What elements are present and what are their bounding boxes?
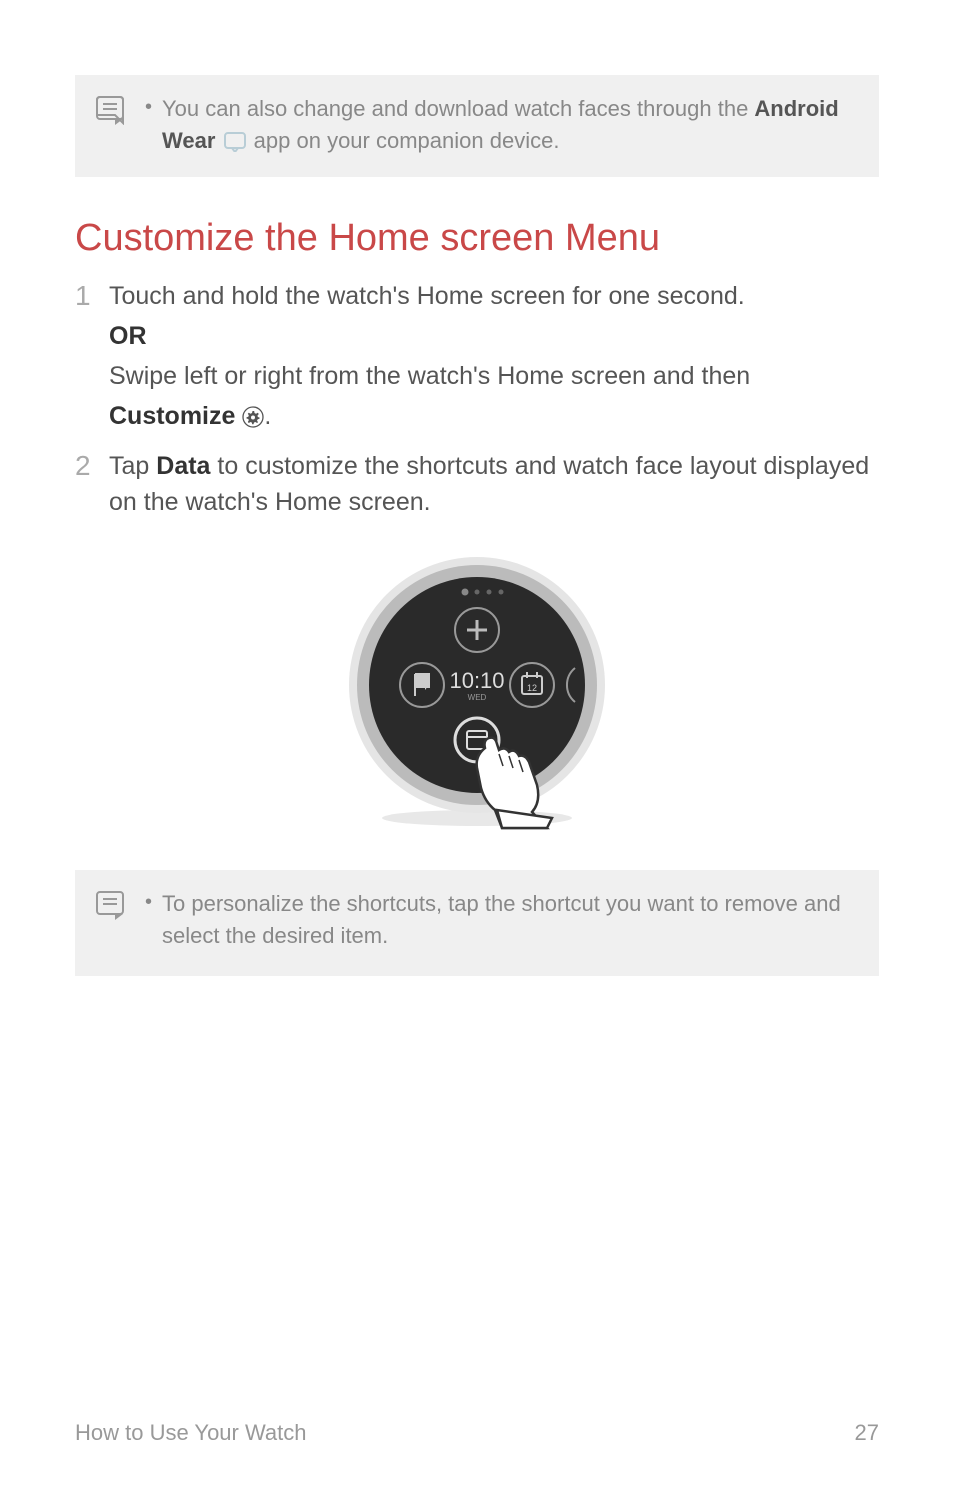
bullet-dot: • [145,93,152,121]
step1-line2: Swipe left or right from the watch's Hom… [109,358,879,394]
step-2: 2 Tap Data to customize the shortcuts an… [75,448,879,520]
svg-text:10:10: 10:10 [449,668,504,693]
section-heading: Customize the Home screen Menu [75,217,879,260]
step-1: 1 Touch and hold the watch's Home screen… [75,278,879,434]
watch-illustration: 12 10:10 WED [0,550,954,830]
step-body-2: Tap Data to customize the shortcuts and … [109,448,879,520]
note-icon [95,95,125,125]
note-text-2: To personalize the shortcuts, tap the sh… [162,888,859,952]
footer-section: How to Use Your Watch [75,1420,307,1446]
step1-line1: Touch and hold the watch's Home screen f… [109,278,879,314]
step-body-1: Touch and hold the watch's Home screen f… [109,278,879,434]
footer: How to Use Your Watch 27 [75,1420,879,1446]
svg-text:WED: WED [468,693,487,702]
note-content-1: • You can also change and download watch… [145,93,859,157]
step1-customize-line: Customize . [109,398,879,434]
gear-icon [242,406,264,428]
step1-or: OR [109,318,879,354]
android-wear-icon [224,132,246,152]
bullet-dot: • [145,888,152,916]
svg-text:12: 12 [527,683,537,693]
note-box-2: • To personalize the shortcuts, tap the … [75,870,879,976]
note-text-1: You can also change and download watch f… [162,93,859,157]
page-number: 27 [855,1420,879,1446]
numbered-list: 1 Touch and hold the watch's Home screen… [75,278,879,520]
step-number-1: 1 [75,278,109,314]
note-icon [95,890,125,920]
note-content-2: • To personalize the shortcuts, tap the … [145,888,859,952]
step-number-2: 2 [75,448,109,484]
watch-svg: 12 10:10 WED [337,550,617,830]
note-box-1: • You can also change and download watch… [75,75,879,177]
